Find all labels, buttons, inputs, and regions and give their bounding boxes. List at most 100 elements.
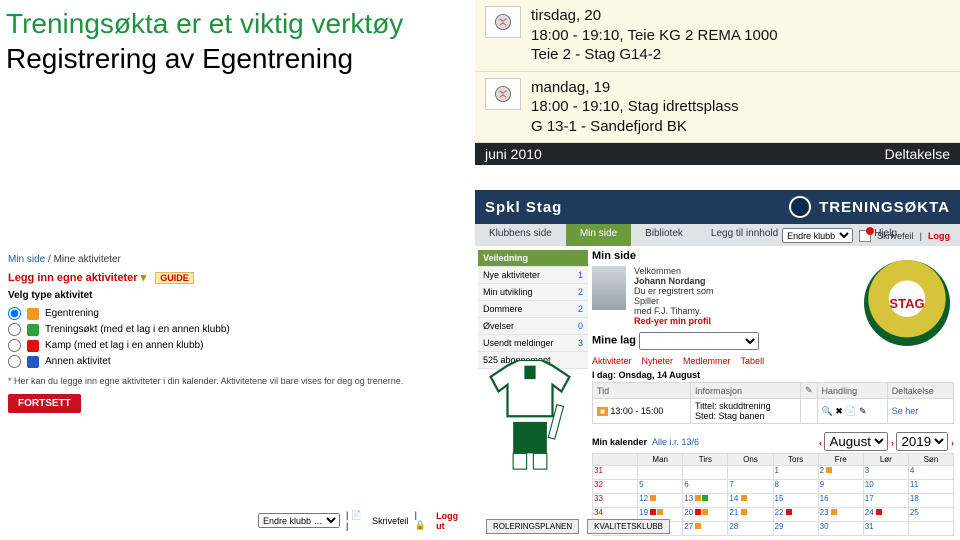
subtab-medlemmer[interactable]: Medlemmer	[683, 356, 731, 366]
chip-icon	[27, 356, 39, 368]
top-right-tools: Endre klubb Skrivefeil | Logg	[782, 228, 950, 243]
month-select[interactable]: August	[824, 432, 888, 451]
attendance-link[interactable]: Se her	[887, 399, 953, 424]
breadcrumb: Min side / Mine aktiviteter	[8, 254, 468, 265]
sidebar-item[interactable]: Øvelser0	[478, 318, 588, 335]
calendar-cell[interactable]: 11	[908, 480, 953, 494]
event-text: mandag, 19 18:00 - 19:10, Stag idrettspl…	[531, 78, 739, 137]
sidebar: Veiledning Nye aktiviteter1 Min utviklin…	[478, 250, 588, 369]
activity-option[interactable]: Treningsøkt (med et lag i en annen klubb…	[8, 323, 468, 336]
subtab-tabell[interactable]: Tabell	[741, 356, 765, 366]
calendar-cell[interactable]: 8	[773, 480, 818, 494]
subtabs: Aktiviteter Nyheter Medlemmer Tabell	[592, 356, 954, 366]
calendar-cell[interactable]: 12	[638, 494, 683, 508]
calendar-cell[interactable]: 13	[683, 494, 728, 508]
guide-badge[interactable]: GUIDE	[155, 272, 194, 284]
continue-button[interactable]: FORTSETT	[8, 394, 81, 413]
ball-icon	[485, 78, 521, 110]
calendar-link[interactable]: Alle i.r. 13/6	[652, 437, 699, 447]
radio-kamp[interactable]	[8, 339, 21, 352]
tab-klubbens[interactable]: Klubbens side	[475, 224, 566, 246]
calendar-cell[interactable]: 9	[818, 480, 863, 494]
crumb-min-side[interactable]: Min side	[8, 254, 45, 265]
activity-option[interactable]: Annen aktivitet	[8, 355, 468, 368]
skrivefeil-link[interactable]: Skrivefeil	[877, 231, 914, 241]
next-month[interactable]: ›	[891, 438, 894, 448]
today-label: I dag: Onsdag, 14 August	[592, 370, 954, 380]
calendar-cell[interactable]: 2	[818, 466, 863, 480]
calendar-cell[interactable]: 30	[818, 522, 863, 536]
sidebar-item[interactable]: Min utvikling2	[478, 284, 588, 301]
row-actions[interactable]: 🔍 ✖ 📄 ✎	[817, 399, 887, 424]
next-year[interactable]: ›	[951, 438, 954, 448]
calendar-cell[interactable]	[728, 466, 773, 480]
tab-bibliotek[interactable]: Bibliotek	[631, 224, 697, 246]
edit-profile-link[interactable]: Red-yer min profil	[634, 316, 714, 326]
activity-option[interactable]: Egentrening	[8, 307, 468, 320]
calendar-cell[interactable]: 5	[638, 480, 683, 494]
tab-minside[interactable]: Min side	[566, 224, 631, 246]
calendar-cell[interactable]: 15	[773, 494, 818, 508]
footer-logos: ROLERINGSPLANEN KVALITETSKLUBB	[486, 519, 670, 534]
calendar-cell[interactable]: 6	[683, 480, 728, 494]
calendar-cell[interactable]: 14	[728, 494, 773, 508]
calendar-cell[interactable]: 25	[908, 508, 953, 522]
app-header: Spkl Stag TRENINGSØKTA	[475, 190, 960, 224]
ball-icon	[485, 6, 521, 38]
logg-link[interactable]: Logg	[928, 231, 950, 241]
calendar-cell[interactable]	[638, 466, 683, 480]
title-line1: Treningsøkta er et viktig verktøy	[6, 8, 403, 39]
sidebar-item[interactable]: Dommere2	[478, 301, 588, 318]
tab-legg-til[interactable]: Legg til innhold	[697, 224, 792, 246]
calendar-cell[interactable]: 29	[773, 522, 818, 536]
calendar-cell[interactable]: 1	[773, 466, 818, 480]
section-title: Legg inn egne aktiviteter ▾ GUIDE	[8, 271, 468, 284]
crumb-current: Mine aktiviteter	[54, 254, 121, 265]
radio-treningsokt[interactable]	[8, 323, 21, 336]
kvalitetsklubb-badge: KVALITETSKLUBB	[587, 519, 670, 534]
calendar-cell[interactable]: 3	[863, 466, 908, 480]
chip-icon	[27, 340, 39, 352]
endre-klubb-select[interactable]: Endre klubb …	[258, 513, 340, 528]
calendar-cell[interactable]	[908, 522, 953, 536]
notification-icon[interactable]	[859, 230, 871, 242]
chip-icon	[27, 324, 39, 336]
calendar-cell[interactable]: 22	[773, 508, 818, 522]
calendar-header: Min kalender Alle i.r. 13/6 ‹ August › 2…	[592, 432, 954, 451]
sidebar-item[interactable]: Usendt meldinger3	[478, 335, 588, 352]
subtab-nyheter[interactable]: Nyheter	[642, 356, 674, 366]
calendar-cell[interactable]: 7	[728, 480, 773, 494]
title-line2: Registrering av Egentrening	[6, 43, 353, 74]
logout-link[interactable]: Logg ut	[436, 511, 468, 531]
calendar-cell[interactable]: 27	[683, 522, 728, 536]
calendar-cell[interactable]: 21	[728, 508, 773, 522]
calendar-cell[interactable]	[683, 466, 728, 480]
radio-annen[interactable]	[8, 355, 21, 368]
calendar-cell[interactable]: 10	[863, 480, 908, 494]
subtab-aktiviteter[interactable]: Aktiviteter	[592, 356, 632, 366]
prev-month[interactable]: ‹	[819, 438, 822, 448]
calendar-cell[interactable]: 31	[863, 522, 908, 536]
calendar-cell[interactable]: 17	[863, 494, 908, 508]
sidebar-item[interactable]: Nye aktiviteter1	[478, 267, 588, 284]
skrivefeil-link[interactable]: Skrivefeil	[372, 516, 409, 526]
teams-select[interactable]	[639, 332, 759, 350]
calendar-cell[interactable]: 24	[863, 508, 908, 522]
time-chip: ■	[597, 407, 608, 416]
calendar-cell[interactable]: 20	[683, 508, 728, 522]
calendar-cell[interactable]: 23	[818, 508, 863, 522]
calendar-cell[interactable]: 16	[818, 494, 863, 508]
radio-egentrening[interactable]	[8, 307, 21, 320]
endre-klubb-select[interactable]: Endre klubb	[782, 228, 853, 243]
event-row[interactable]: tirsdag, 20 18:00 - 19:10, Teie KG 2 REM…	[475, 0, 960, 72]
event-row[interactable]: mandag, 19 18:00 - 19:10, Stag idrettspl…	[475, 72, 960, 144]
avatar	[592, 266, 626, 310]
table-row[interactable]: ■ 13:00 - 15:00 Tittel: skuddtreningSted…	[593, 399, 954, 424]
year-select[interactable]: 2019	[896, 432, 948, 451]
nff-logo-icon	[789, 196, 811, 218]
activity-option[interactable]: Kamp (med et lag i en annen klubb)	[8, 339, 468, 352]
calendar-cell[interactable]: 18	[908, 494, 953, 508]
calendar-cell[interactable]: 4	[908, 466, 953, 480]
event-text: tirsdag, 20 18:00 - 19:10, Teie KG 2 REM…	[531, 6, 778, 65]
calendar-cell[interactable]: 28	[728, 522, 773, 536]
